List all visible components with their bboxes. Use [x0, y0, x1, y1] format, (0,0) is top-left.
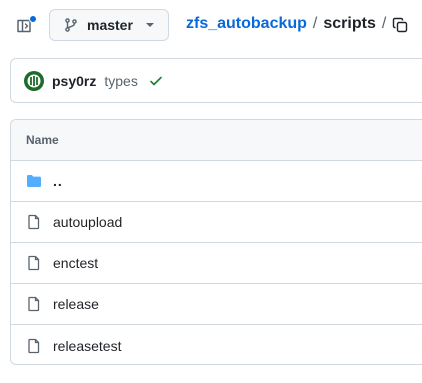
copy-path-button[interactable] [392, 17, 408, 33]
table-row[interactable]: releasetest [11, 325, 422, 364]
file-icon [26, 255, 42, 271]
caret-down-icon [146, 23, 154, 27]
branch-selector-button[interactable]: master [49, 9, 169, 41]
column-header-name: Name [26, 133, 59, 147]
file-name[interactable]: releasetest [53, 338, 121, 354]
sidebar-toggle-button[interactable] [11, 13, 37, 39]
git-branch-icon [63, 17, 79, 33]
breadcrumb-current-directory: scripts [323, 15, 376, 32]
latest-commit-bar: psy0rz types [10, 58, 422, 103]
file-icon [26, 338, 42, 354]
table-row[interactable]: release [11, 284, 422, 325]
folder-icon [26, 173, 42, 189]
breadcrumb-trailing-separator: / [381, 15, 387, 32]
table-row[interactable]: .. [11, 161, 422, 202]
file-table: Name .. autoupload enctest release relea… [10, 119, 422, 365]
file-name[interactable]: .. [53, 173, 63, 189]
file-icon [26, 214, 42, 230]
breadcrumb-repo-link[interactable]: zfs_autobackup [186, 15, 307, 33]
commit-author-link[interactable]: psy0rz [52, 73, 96, 89]
breadcrumb-separator: / [312, 15, 318, 32]
file-name[interactable]: autoupload [53, 214, 122, 230]
file-icon [26, 296, 42, 312]
breadcrumb: zfs_autobackup / scripts / [186, 15, 392, 33]
check-icon[interactable] [148, 73, 164, 89]
table-row[interactable]: autoupload [11, 202, 422, 243]
table-header: Name [11, 120, 422, 161]
table-row[interactable]: enctest [11, 243, 422, 284]
copy-icon [392, 17, 408, 33]
file-navigation-bar: master zfs_autobackup / scripts / [0, 0, 422, 50]
avatar[interactable] [24, 70, 44, 91]
file-name[interactable]: enctest [53, 255, 98, 271]
branch-name: master [87, 17, 133, 33]
commit-message-link[interactable]: types [104, 73, 137, 89]
file-name[interactable]: release [53, 296, 99, 312]
notification-dot [29, 15, 37, 23]
author-avatar-icon [27, 74, 41, 87]
